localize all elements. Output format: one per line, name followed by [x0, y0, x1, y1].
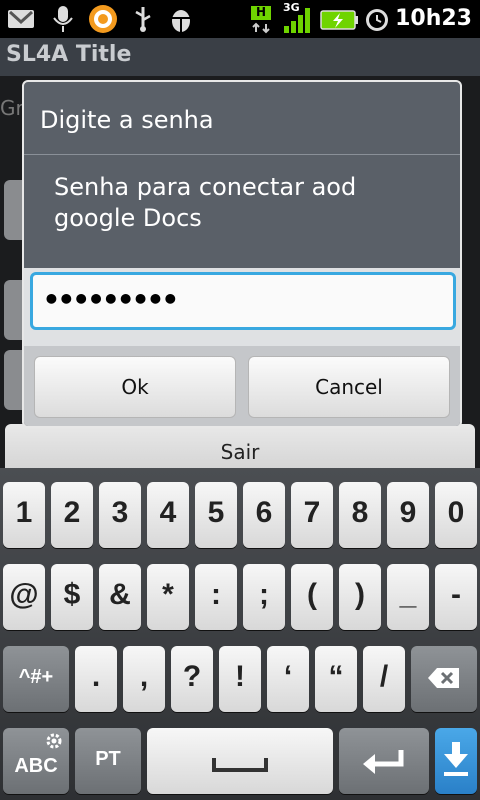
abc-key[interactable]: ABC — [3, 728, 69, 794]
android-debug-icon — [172, 10, 190, 32]
key-exclamation[interactable]: ! — [219, 646, 261, 712]
key-slash[interactable]: / — [363, 646, 405, 712]
alarm-icon — [366, 9, 388, 31]
password-dialog: Digite a senha Senha para conectar aod g… — [22, 80, 462, 428]
enter-key[interactable] — [339, 728, 429, 794]
dialog-message: Senha para conectar aod google Docs — [54, 173, 357, 232]
background-label: Gr — [0, 96, 24, 120]
key-2[interactable]: 2 — [51, 482, 93, 548]
app-title-bar: SL4A Title — [0, 38, 480, 76]
key-1[interactable]: 1 — [3, 482, 45, 548]
dialog-divider — [24, 154, 460, 155]
key-dollar[interactable]: $ — [51, 564, 93, 630]
enter-icon — [363, 750, 404, 774]
settings-gear-icon — [46, 733, 62, 749]
key-hyphen[interactable]: - — [435, 564, 477, 630]
language-key[interactable]: PT — [75, 728, 141, 794]
app-title: SL4A Title — [6, 42, 132, 67]
battery-icon — [320, 10, 358, 30]
clock-time: 10h23 — [395, 6, 472, 31]
key-double-quote[interactable]: “ — [315, 646, 357, 712]
status-bar: H 3G 10h23 — [0, 0, 480, 38]
voice-mic-icon — [53, 6, 73, 32]
password-value: ••••••••• — [43, 283, 179, 316]
key-3[interactable]: 3 — [99, 482, 141, 548]
key-4[interactable]: 4 — [147, 482, 189, 548]
key-6[interactable]: 6 — [243, 482, 285, 548]
dialog-button-bar: Ok Cancel — [24, 346, 460, 426]
key-8[interactable]: 8 — [339, 482, 381, 548]
hide-keyboard-key[interactable] — [435, 728, 477, 794]
arrow-down-icon — [444, 742, 468, 776]
key-period[interactable]: . — [75, 646, 117, 712]
signal-icon — [284, 8, 310, 33]
ok-button[interactable]: Ok — [34, 356, 236, 418]
key-comma[interactable]: , — [123, 646, 165, 712]
key-single-quote[interactable]: ‘ — [267, 646, 309, 712]
password-field[interactable]: ••••••••• — [30, 272, 456, 330]
key-0[interactable]: 0 — [435, 482, 477, 548]
exit-button-label: Sair — [220, 440, 260, 464]
key-5[interactable]: 5 — [195, 482, 237, 548]
key-open-paren[interactable]: ( — [291, 564, 333, 630]
input-area: ••••••••• — [24, 268, 460, 346]
backspace-key[interactable] — [411, 646, 477, 712]
key-question[interactable]: ? — [171, 646, 213, 712]
symbols-shift-key[interactable]: ^#+ — [3, 646, 69, 712]
abc-key-label: ABC — [14, 755, 58, 777]
gmail-icon — [8, 10, 34, 28]
orange-app-icon — [89, 5, 117, 33]
usb-icon — [135, 7, 151, 32]
space-icon — [212, 758, 268, 772]
key-9[interactable]: 9 — [387, 482, 429, 548]
key-ampersand[interactable]: & — [99, 564, 141, 630]
key-colon[interactable]: : — [195, 564, 237, 630]
key-at[interactable]: @ — [3, 564, 45, 630]
sync-label: H — [256, 5, 267, 19]
backspace-icon — [428, 668, 459, 688]
key-asterisk[interactable]: * — [147, 564, 189, 630]
key-underscore[interactable]: _ — [387, 564, 429, 630]
dialog-title: Digite a senha — [40, 106, 214, 134]
soft-keyboard: 1 2 3 4 5 6 7 8 9 0 @ $ & * : ; ( ) _ - … — [0, 468, 480, 800]
key-close-paren[interactable]: ) — [339, 564, 381, 630]
cancel-button[interactable]: Cancel — [248, 356, 450, 418]
space-key[interactable] — [147, 728, 333, 794]
key-7[interactable]: 7 — [291, 482, 333, 548]
key-semicolon[interactable]: ; — [243, 564, 285, 630]
